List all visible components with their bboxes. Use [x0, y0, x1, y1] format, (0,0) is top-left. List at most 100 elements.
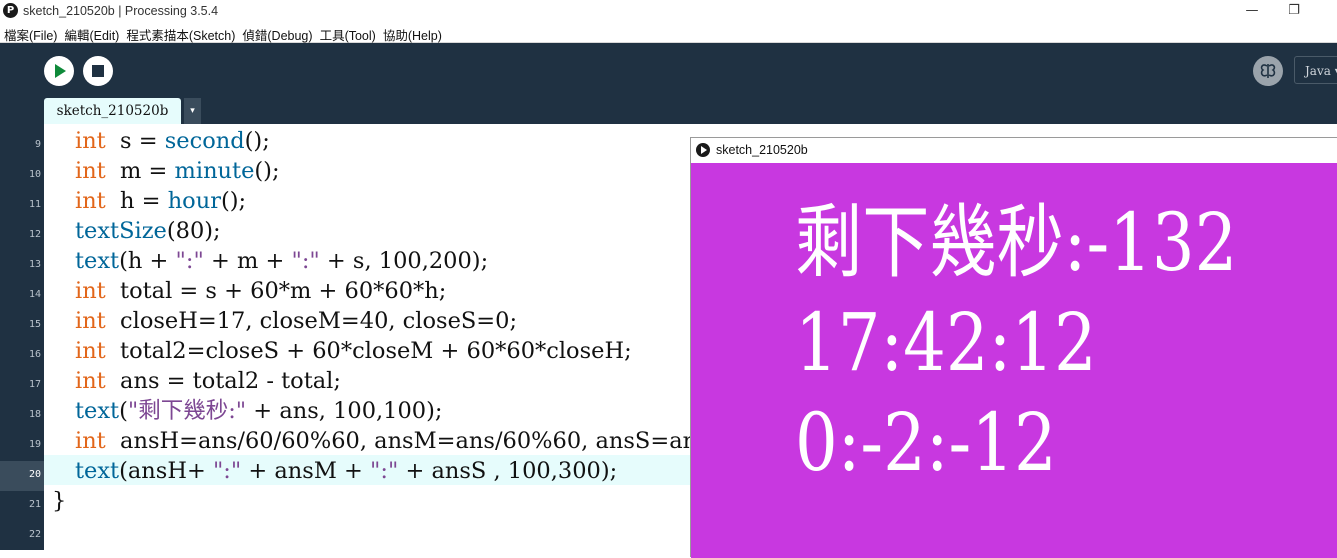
menu-edit[interactable]: 編輯(Edit): [60, 22, 122, 44]
code-text: ans = total2 - total;: [105, 368, 341, 394]
code-keyword: int: [75, 338, 106, 364]
line-number: 20: [28, 469, 41, 480]
code-keyword: int: [75, 158, 106, 184]
code-string: ":": [212, 458, 242, 484]
code-string: ":": [370, 458, 399, 484]
code-text: + ans, 100,100);: [246, 398, 443, 424]
tab-bar: sketch_210520b ▾: [0, 98, 1337, 124]
code-text: + m +: [203, 248, 292, 274]
code-text: m =: [105, 158, 175, 184]
line-number: 10: [28, 169, 41, 180]
code-keyword: int: [75, 368, 106, 394]
processing-logo-icon: P: [3, 3, 18, 18]
restore-button[interactable]: ❐: [1271, 0, 1317, 22]
debug-button[interactable]: [1253, 56, 1283, 86]
window-title: sketch_210520b | Processing 3.5.4: [23, 4, 219, 18]
tab-sketch[interactable]: sketch_210520b: [44, 98, 181, 124]
mode-selector[interactable]: Java ▾: [1294, 56, 1337, 84]
line-number: 16: [28, 349, 41, 360]
code-function: text: [75, 248, 120, 274]
sketch-window-title: sketch_210520b: [716, 143, 808, 157]
output-text-countdown: 0:-2:-12: [795, 396, 1057, 489]
line-number: 22: [28, 529, 41, 540]
code-line: int s = second();: [75, 126, 270, 156]
code-line: text(h + ":" + m + ":" + s, 100,200);: [75, 246, 488, 276]
line-number: 9: [34, 139, 41, 150]
code-line: textSize(80);: [75, 216, 221, 246]
code-function: minute: [174, 158, 255, 184]
code-text: + ansS , 100,300);: [398, 458, 618, 484]
code-text: s =: [105, 128, 165, 154]
tab-menu-button[interactable]: ▾: [184, 98, 201, 124]
line-number: 11: [28, 199, 41, 210]
line-number: 13: [28, 259, 41, 270]
code-string: ":": [175, 248, 204, 274]
code-line: }: [52, 486, 66, 516]
code-line: int m = minute();: [75, 156, 280, 186]
code-keyword: int: [75, 188, 106, 214]
window-titlebar: P sketch_210520b | Processing 3.5.4 — ❐: [0, 0, 1337, 22]
code-line: int closeH=17, closeM=40, closeS=0;: [75, 306, 517, 336]
play-icon: [55, 64, 66, 78]
code-text: ();: [244, 128, 270, 154]
code-text: ();: [220, 188, 247, 214]
code-function: textSize: [75, 218, 167, 244]
code-text: }: [52, 488, 67, 514]
menu-sketch[interactable]: 程式素描本(Sketch): [122, 22, 238, 44]
sketch-window[interactable]: sketch_210520b 剩下幾秒:-132 17:42:12 0:-2:-…: [690, 137, 1337, 558]
code-text: ();: [254, 158, 280, 184]
line-number: 21: [28, 499, 41, 510]
code-string: "剩下幾秒:": [127, 398, 247, 424]
code-line: text(ansH+ ":" + ansM + ":" + ansS , 100…: [75, 456, 617, 486]
code-line: int total2=closeS + 60*closeM + 60*60*cl…: [75, 336, 632, 366]
output-text-current-time: 17:42:12: [795, 296, 1097, 389]
code-line: int h = hour();: [75, 186, 246, 216]
code-keyword: int: [75, 428, 106, 454]
code-text: h =: [105, 188, 168, 214]
menu-help[interactable]: 協助(Help): [379, 22, 445, 44]
line-number: 17: [28, 379, 41, 390]
line-number: 19: [28, 439, 41, 450]
line-number: 14: [28, 289, 41, 300]
line-number: 15: [28, 319, 41, 330]
toolbar: Java ▾: [0, 43, 1337, 98]
code-function: hour: [167, 188, 221, 214]
code-text: + ansM +: [241, 458, 371, 484]
minimize-button[interactable]: —: [1229, 0, 1275, 22]
code-text: + s, 100,200);: [319, 248, 489, 274]
code-text: closeH=17, closeM=40, closeS=0;: [105, 308, 518, 334]
code-line: int ansH=ans/60/60%60, ansM=ans/60%60, a…: [75, 426, 766, 456]
line-number-gutter: 9 10 11 12 13 14 15 16 17 18 19 20 21 22: [0, 124, 44, 550]
code-line: int ans = total2 - total;: [75, 366, 341, 396]
stop-icon: [92, 65, 104, 77]
processing-run-icon: [696, 143, 710, 157]
menu-file[interactable]: 檔案(File): [0, 22, 60, 44]
stop-button[interactable]: [83, 56, 113, 86]
menu-debug[interactable]: 偵錯(Debug): [238, 22, 315, 44]
code-string: ":": [291, 248, 320, 274]
code-line: int total = s + 60*m + 60*60*h;: [75, 276, 446, 306]
menu-bar: 檔案(File) 編輯(Edit) 程式素描本(Sketch) 偵錯(Debug) 工具…: [0, 22, 1337, 43]
code-text: (80);: [166, 218, 221, 244]
code-text: ansH=ans/60/60%60, ansM=ans/60%60, ansS=…: [105, 428, 767, 454]
menu-tool[interactable]: 工具(Tool): [316, 22, 379, 44]
code-function: second: [164, 128, 245, 154]
run-button[interactable]: [44, 56, 74, 86]
sketch-window-titlebar: sketch_210520b: [691, 138, 1337, 163]
code-text: total = s + 60*m + 60*60*h;: [105, 278, 447, 304]
code-text: total2=closeS + 60*closeM + 60*60*closeH…: [105, 338, 632, 364]
code-function: text: [75, 398, 120, 424]
code-keyword: int: [75, 128, 106, 154]
line-number: 18: [28, 409, 41, 420]
code-text: (h +: [119, 248, 176, 274]
sketch-canvas[interactable]: 剩下幾秒:-132 17:42:12 0:-2:-12: [691, 163, 1337, 558]
code-keyword: int: [75, 308, 106, 334]
code-text: (ansH+: [119, 458, 213, 484]
code-keyword: int: [75, 278, 106, 304]
code-function: text: [75, 458, 120, 484]
code-line: text("剩下幾秒:" + ans, 100,100);: [75, 396, 442, 426]
code-text: (: [119, 398, 128, 424]
butterfly-icon: [1260, 64, 1276, 78]
output-text-remaining-seconds: 剩下幾秒:-132: [795, 196, 1238, 289]
line-number: 12: [28, 229, 41, 240]
